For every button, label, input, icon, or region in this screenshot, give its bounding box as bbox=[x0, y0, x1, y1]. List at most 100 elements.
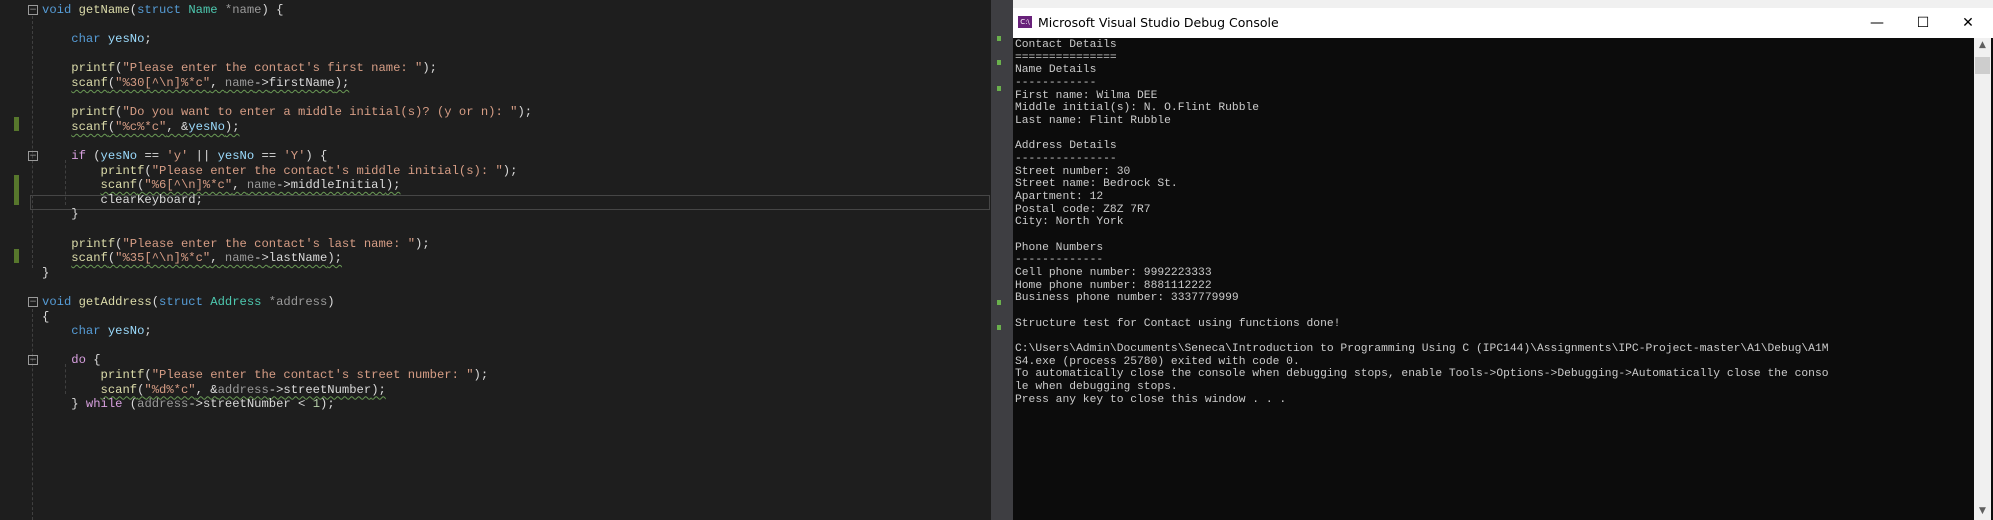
scroll-down-icon[interactable]: ▼ bbox=[1974, 506, 1991, 516]
console-line: Last name: Flint Rubble bbox=[1015, 115, 1171, 128]
background-window bbox=[1013, 0, 1993, 8]
change-mark bbox=[997, 86, 1001, 91]
fold-toggle-icon[interactable]: − bbox=[28, 355, 38, 365]
code-token: char bbox=[71, 32, 108, 47]
code-token: void bbox=[42, 3, 79, 17]
code-token: printf bbox=[71, 105, 116, 120]
scrollbar-thumb[interactable] bbox=[1975, 57, 1990, 74]
code-token: clearKeyboard bbox=[100, 192, 196, 207]
code-token: , & bbox=[166, 119, 189, 134]
code-token: "%6[^\n]%*c" bbox=[144, 178, 233, 193]
code-line: scanf("%d%*c", &address->streetNumber); bbox=[42, 383, 386, 398]
console-line: Contact Details bbox=[1015, 39, 1117, 51]
code-token: "Please enter the contact's first name: … bbox=[122, 61, 423, 76]
code-token: middleInitial bbox=[290, 178, 386, 193]
title-bar[interactable]: C:\ Microsoft Visual Studio Debug Consol… bbox=[1013, 8, 1993, 38]
code-token: printf bbox=[100, 368, 145, 382]
code-line: } while (address->streetNumber < 1); bbox=[42, 397, 334, 412]
code-token: { bbox=[93, 353, 101, 368]
console-line: Address Details bbox=[1015, 140, 1117, 153]
code-line: void getAddress(struct Address *address) bbox=[42, 295, 335, 310]
console-line: --------------- bbox=[1015, 153, 1117, 166]
console-line: Apartment: 12 bbox=[1015, 191, 1104, 204]
code-token: || bbox=[188, 149, 218, 163]
code-token: struct bbox=[137, 3, 189, 17]
editor-vertical-scrollbar[interactable] bbox=[991, 0, 1013, 520]
code-token: while bbox=[85, 397, 130, 412]
indent-guide bbox=[32, 309, 33, 520]
code-token: ( bbox=[144, 368, 152, 382]
console-output: Contact Details =============== Name Detai… bbox=[1015, 39, 1973, 406]
code-token: "%d%*c" bbox=[144, 382, 196, 397]
code-token: void bbox=[42, 295, 79, 309]
console-line: =============== bbox=[1015, 51, 1117, 64]
fold-toggle-icon[interactable]: − bbox=[28, 297, 38, 307]
change-marker bbox=[14, 175, 19, 205]
console-line: Postal code: Z8Z 7R7 bbox=[1015, 203, 1151, 216]
code-token: 1 bbox=[312, 397, 321, 412]
debug-console-window[interactable]: C:\ Microsoft Visual Studio Debug Consol… bbox=[1013, 8, 1993, 520]
close-button[interactable]: ✕ bbox=[1945, 8, 1991, 38]
code-token: "Please enter the contact's last name: " bbox=[122, 236, 416, 251]
console-line: City: North York bbox=[1015, 216, 1124, 229]
maximize-button[interactable]: ☐ bbox=[1900, 8, 1946, 38]
code-line: do { bbox=[42, 353, 101, 368]
code-token: *address bbox=[268, 295, 328, 309]
code-token: ( bbox=[144, 163, 152, 178]
console-line: Street name: Bedrock St. bbox=[1015, 178, 1178, 191]
code-token: -> bbox=[268, 382, 284, 397]
console-line: Street number: 30 bbox=[1015, 165, 1131, 178]
code-token: } bbox=[42, 265, 50, 280]
console-scrollbar[interactable]: ▲ ▼ bbox=[1974, 38, 1991, 520]
console-line: le when debugging stops. bbox=[1015, 381, 1178, 394]
code-token: ( bbox=[129, 3, 138, 17]
code-token: streetNumber bbox=[283, 382, 372, 397]
code-token: -> bbox=[188, 397, 203, 412]
code-token: -> bbox=[254, 251, 269, 266]
code-token: address bbox=[137, 397, 189, 412]
code-token: ( bbox=[151, 295, 160, 309]
code-line: printf("Please enter the contact's last … bbox=[42, 236, 429, 252]
console-line: ------------- bbox=[1015, 254, 1104, 267]
code-token: printf bbox=[100, 163, 145, 178]
scroll-up-icon[interactable]: ▲ bbox=[1974, 40, 1991, 50]
code-line: { bbox=[42, 310, 49, 325]
fold-toggle-icon[interactable]: − bbox=[28, 151, 38, 161]
code-line: if (yesNo == 'y' || yesNo == 'Y') { bbox=[42, 149, 327, 164]
change-mark bbox=[997, 300, 1001, 305]
console-line: Business phone number: 3337779999 bbox=[1015, 292, 1239, 305]
console-line: Phone Numbers bbox=[1015, 241, 1104, 254]
code-token: printf bbox=[71, 236, 116, 251]
code-token: char bbox=[71, 324, 108, 339]
code-token: < bbox=[290, 397, 313, 412]
code-token: name bbox=[224, 76, 255, 90]
code-line: } bbox=[42, 266, 49, 281]
code-token: getName bbox=[78, 3, 130, 17]
indent-guide bbox=[32, 16, 33, 268]
code-token: ) bbox=[327, 295, 335, 309]
fold-toggle-icon[interactable]: − bbox=[28, 5, 38, 15]
code-token: do bbox=[71, 353, 94, 368]
code-token: } bbox=[71, 207, 79, 222]
code-editor[interactable]: − − − − void getName(struct Name *name) … bbox=[0, 0, 991, 520]
console-line: Middle initial(s): N. O.Flint Rubble bbox=[1015, 102, 1260, 115]
console-line: Press any key to close this window . . . bbox=[1015, 393, 1287, 406]
minimize-button[interactable]: — bbox=[1854, 8, 1900, 38]
console-line: ------------ bbox=[1015, 77, 1097, 90]
code-token: } bbox=[71, 397, 86, 412]
